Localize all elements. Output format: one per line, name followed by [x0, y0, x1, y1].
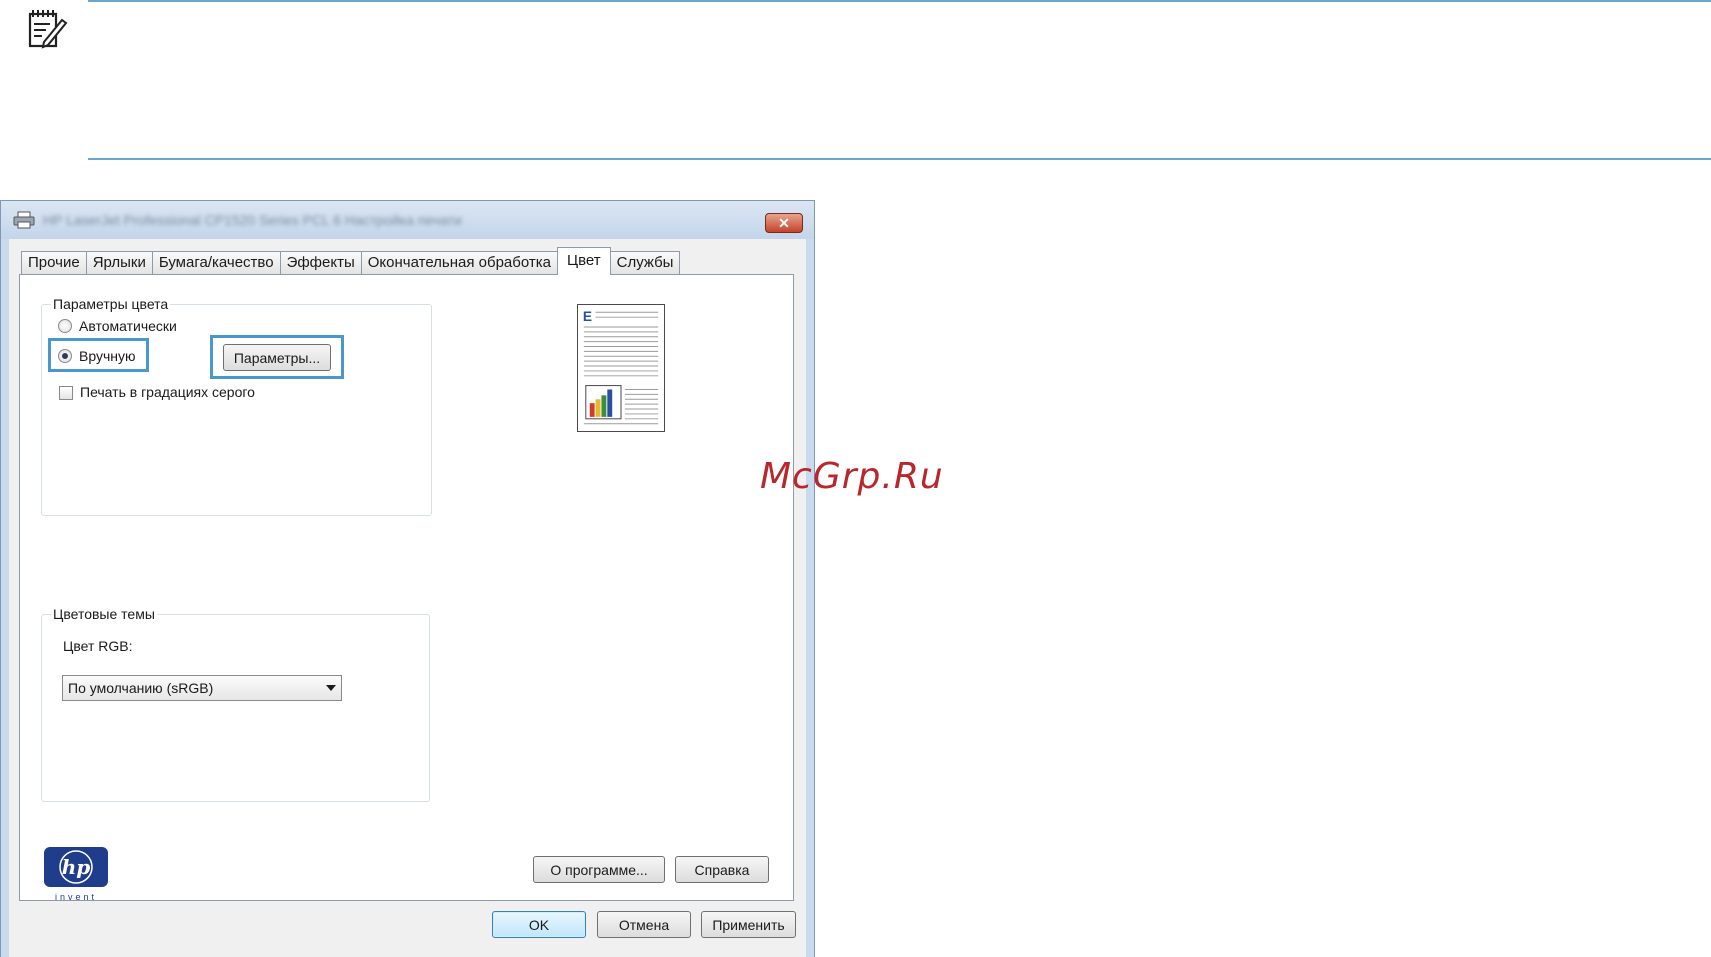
grayscale-checkbox[interactable] [59, 386, 73, 400]
dialog-client-area: Прочие Ярлыки Бумага/качество Эффекты Ок… [9, 239, 806, 957]
color-themes-title: Цветовые темы [51, 606, 157, 622]
tab-services[interactable]: Службы [609, 251, 681, 275]
color-options-title: Параметры цвета [51, 296, 171, 312]
watermark: McGrp.Ru [760, 456, 944, 497]
manual-label: Вручную [79, 348, 136, 364]
tab-shortcuts[interactable]: Ярлыки [85, 251, 153, 275]
tab-strip: Прочие Ярлыки Бумага/качество Эффекты Ок… [21, 247, 681, 275]
print-preferences-dialog: HP LaserJet Professional CP1520 Series P… [0, 200, 815, 957]
auto-label: Автоматически [79, 318, 177, 334]
rgb-label: Цвет RGB: [63, 638, 133, 654]
window-title: HP LaserJet Professional CP1520 Series P… [43, 212, 462, 228]
notepad-pencil-icon [28, 10, 68, 49]
rgb-select-value: По умолчанию (sRGB) [68, 680, 214, 696]
cancel-button[interactable]: Отмена [597, 911, 691, 938]
chevron-down-icon [326, 685, 336, 691]
close-button[interactable]: ✕ [765, 213, 803, 233]
ok-button[interactable]: OK [492, 911, 586, 938]
title-bar: HP LaserJet Professional CP1520 Series P… [1, 201, 814, 239]
color-params-button[interactable]: Параметры... [223, 344, 331, 371]
top-rule [88, 0, 1711, 2]
help-button[interactable]: Справка [675, 856, 769, 883]
color-tab-panel: Параметры цвета Автоматически Вручную Па… [19, 274, 794, 902]
tab-other[interactable]: Прочие [21, 251, 87, 275]
tab-paper-quality[interactable]: Бумага/качество [151, 251, 281, 275]
tab-finishing[interactable]: Окончательная обработка [360, 251, 558, 275]
grayscale-label: Печать в градациях серого [80, 384, 255, 400]
rgb-select[interactable]: По умолчанию (sRGB) [62, 675, 342, 701]
svg-text:hp: hp [62, 855, 91, 879]
about-button[interactable]: О программе... [533, 856, 665, 883]
apply-button[interactable]: Применить [701, 911, 796, 938]
preview-letter: E [583, 309, 592, 324]
page-preview: E [577, 304, 665, 432]
tab-color[interactable]: Цвет [556, 247, 611, 275]
bottom-rule [88, 158, 1711, 160]
printer-icon [13, 211, 35, 229]
auto-radio[interactable] [58, 319, 72, 333]
tab-effects[interactable]: Эффекты [279, 251, 362, 275]
hp-logo: hp invent [44, 847, 108, 902]
svg-text:invent: invent [55, 892, 97, 902]
close-icon: ✕ [778, 214, 790, 231]
manual-radio[interactable] [58, 349, 72, 363]
